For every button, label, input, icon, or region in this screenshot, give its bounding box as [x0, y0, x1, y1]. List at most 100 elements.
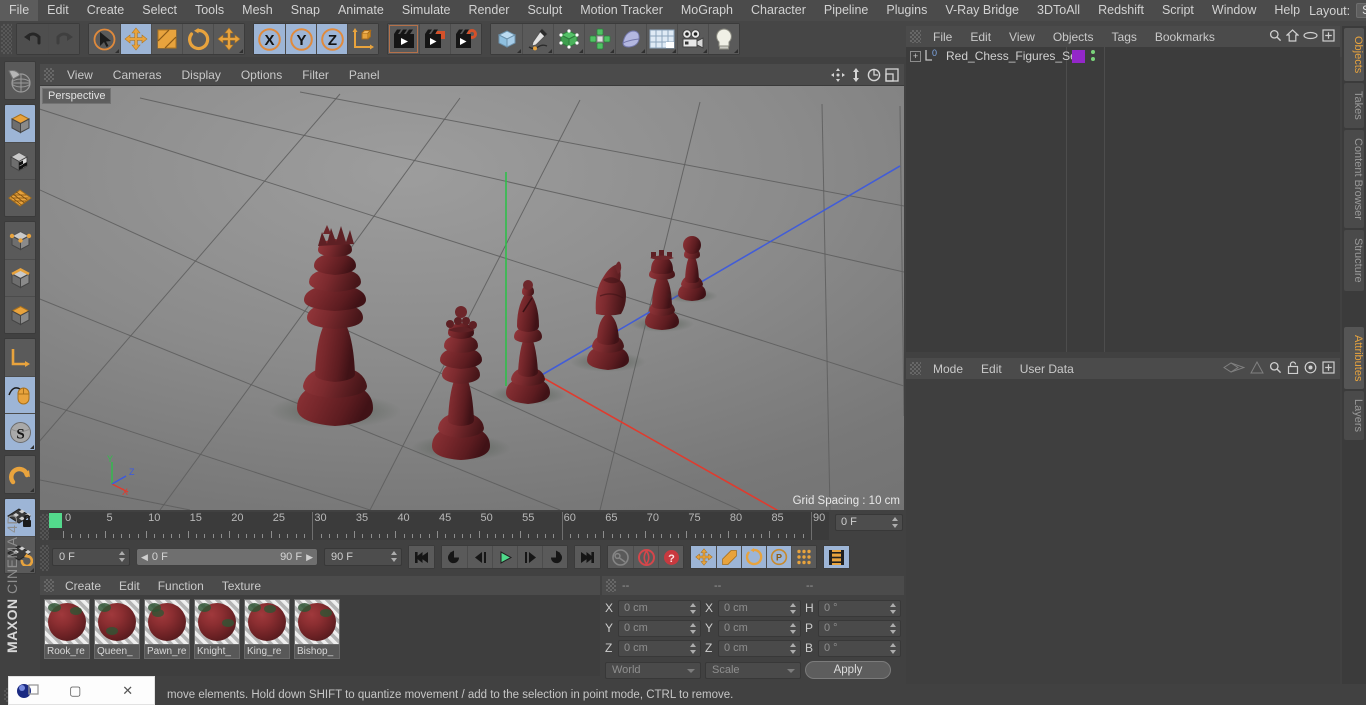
next-keyframe-button[interactable] [542, 546, 567, 568]
start-frame-field[interactable]: 0 F [52, 548, 130, 566]
keyframe-selection-button[interactable]: ? [658, 546, 683, 568]
orbit-icon[interactable] [866, 67, 882, 83]
viewport-menu-options[interactable]: Options [231, 68, 292, 82]
tab-objects[interactable]: Objects [1344, 28, 1364, 82]
coordinate-mode-select[interactable]: Scale [705, 661, 801, 679]
autokeying-button[interactable] [633, 546, 658, 568]
menu-animate[interactable]: Animate [329, 0, 393, 21]
attributes-body[interactable] [906, 379, 1340, 705]
go-to-end-button[interactable] [575, 546, 600, 568]
object-axis-mode-button[interactable] [5, 339, 35, 376]
size-x-field[interactable]: 0 cm [718, 599, 801, 617]
tool-options-corner[interactable] [30, 445, 34, 449]
object-row[interactable]: + 0 Red_Chess_Figures_Set [906, 47, 1340, 65]
menu-pipeline[interactable]: Pipeline [815, 0, 877, 21]
record-active-objects-button[interactable] [608, 546, 633, 568]
tab-attributes[interactable]: Attributes [1344, 326, 1364, 390]
viewport-menu-view[interactable]: View [57, 68, 103, 82]
add-spline-button[interactable] [522, 24, 553, 54]
tab-takes[interactable]: Takes [1344, 83, 1364, 129]
visibility-dots-icon[interactable] [1091, 50, 1097, 64]
tool-options-corner[interactable] [548, 49, 552, 53]
material-item[interactable]: Bishop_ [294, 599, 340, 676]
attributes-menu-mode[interactable]: Mode [924, 362, 972, 376]
material-menu-create[interactable]: Create [56, 579, 110, 593]
material-tag-icon[interactable] [1072, 50, 1085, 63]
add-scene-object-button[interactable] [646, 24, 677, 54]
material-item[interactable]: Knight_ [194, 599, 240, 676]
object-manager-grip[interactable] [910, 30, 921, 43]
menu-script[interactable]: Script [1153, 0, 1203, 21]
material-thumbnail[interactable] [294, 599, 340, 645]
tool-options-corner[interactable] [703, 49, 707, 53]
attributes-menu-edit[interactable]: Edit [972, 362, 1011, 376]
record-rotation-button[interactable] [741, 546, 766, 568]
menu-help[interactable]: Help [1265, 0, 1309, 21]
points-mode-button[interactable] [5, 222, 35, 259]
lock-icon[interactable] [1287, 360, 1299, 377]
search-icon[interactable] [1269, 29, 1282, 45]
current-frame-field[interactable]: 0 F [835, 514, 903, 531]
stepper-icon[interactable] [690, 602, 697, 614]
stepper-icon[interactable] [790, 622, 797, 634]
timeline-ruler[interactable]: 0 5 10 15 20 25 30 35 40 45 50 55 60 65 70 75 80 85 90 [49, 512, 829, 540]
stepper-icon[interactable] [890, 622, 897, 634]
menu-3dtoall[interactable]: 3DToAll [1028, 0, 1089, 21]
tool-options-corner[interactable] [115, 49, 119, 53]
x-axis-lock[interactable]: X [254, 24, 285, 54]
polygons-mode-button[interactable] [5, 296, 35, 333]
go-to-start-button[interactable] [409, 546, 434, 568]
tool-options-corner[interactable] [517, 49, 521, 53]
viewport-menu-filter[interactable]: Filter [292, 68, 339, 82]
undo-button[interactable] [17, 24, 48, 54]
object-menu-objects[interactable]: Objects [1044, 30, 1103, 44]
add-deformer-button[interactable] [615, 24, 646, 54]
rotation-h-field[interactable]: 0 ° [818, 599, 901, 617]
record-position-button[interactable] [691, 546, 716, 568]
object-menu-view[interactable]: View [1000, 30, 1044, 44]
material-item[interactable]: Queen_ [94, 599, 140, 676]
material-menu-edit[interactable]: Edit [110, 579, 149, 593]
material-manager-grip[interactable] [44, 579, 54, 592]
home-icon[interactable] [1285, 28, 1300, 45]
stepper-icon[interactable] [690, 642, 697, 654]
tool-options-corner[interactable] [672, 49, 676, 53]
tool-options-corner[interactable] [30, 488, 34, 492]
stepper-icon[interactable] [690, 622, 697, 634]
viewport-menu-cameras[interactable]: Cameras [103, 68, 172, 82]
menu-mesh[interactable]: Mesh [233, 0, 282, 21]
position-x-field[interactable]: 0 cm [618, 599, 701, 617]
rotation-p-field[interactable]: 0 ° [818, 619, 901, 637]
apply-button[interactable]: Apply [805, 661, 891, 679]
object-menu-bookmarks[interactable]: Bookmarks [1146, 30, 1224, 44]
scale-tool[interactable] [151, 24, 182, 54]
snap-mode-button[interactable]: S [5, 413, 35, 450]
z-axis-lock[interactable]: Z [316, 24, 347, 54]
record-scale-button[interactable] [716, 546, 741, 568]
overlapping-window-fragment[interactable]: ▢ ✕ [8, 676, 155, 705]
parameter-keys-button[interactable] [791, 546, 816, 568]
material-thumbnail[interactable] [194, 599, 240, 645]
tool-options-corner[interactable] [579, 49, 583, 53]
menu-window[interactable]: Window [1203, 0, 1265, 21]
rotation-b-field[interactable]: 0 ° [818, 639, 901, 657]
maximize-icon[interactable] [884, 67, 900, 83]
close-button[interactable]: ✕ [102, 683, 155, 699]
stepper-icon[interactable] [790, 642, 797, 654]
object-tree[interactable]: + 0 Red_Chess_Figures_Set [906, 47, 1340, 352]
live-selection-tool[interactable] [89, 24, 120, 54]
y-axis-lock[interactable]: Y [285, 24, 316, 54]
render-region-button[interactable] [419, 24, 450, 54]
material-thumbnail[interactable] [44, 599, 90, 645]
add-generator-button[interactable] [553, 24, 584, 54]
stepper-icon[interactable] [119, 551, 126, 562]
material-item[interactable]: King_re [244, 599, 290, 676]
material-menu-function[interactable]: Function [149, 579, 213, 593]
world-object-coordinates[interactable] [347, 24, 378, 54]
menu-vray-bridge[interactable]: V-Ray Bridge [936, 0, 1028, 21]
viewport-solo-button[interactable] [5, 376, 35, 413]
plus-box-icon[interactable] [1322, 28, 1335, 45]
size-y-field[interactable]: 0 cm [718, 619, 801, 637]
range-left-arrow-icon[interactable]: ◀ [141, 552, 148, 563]
menu-character[interactable]: Character [742, 0, 815, 21]
